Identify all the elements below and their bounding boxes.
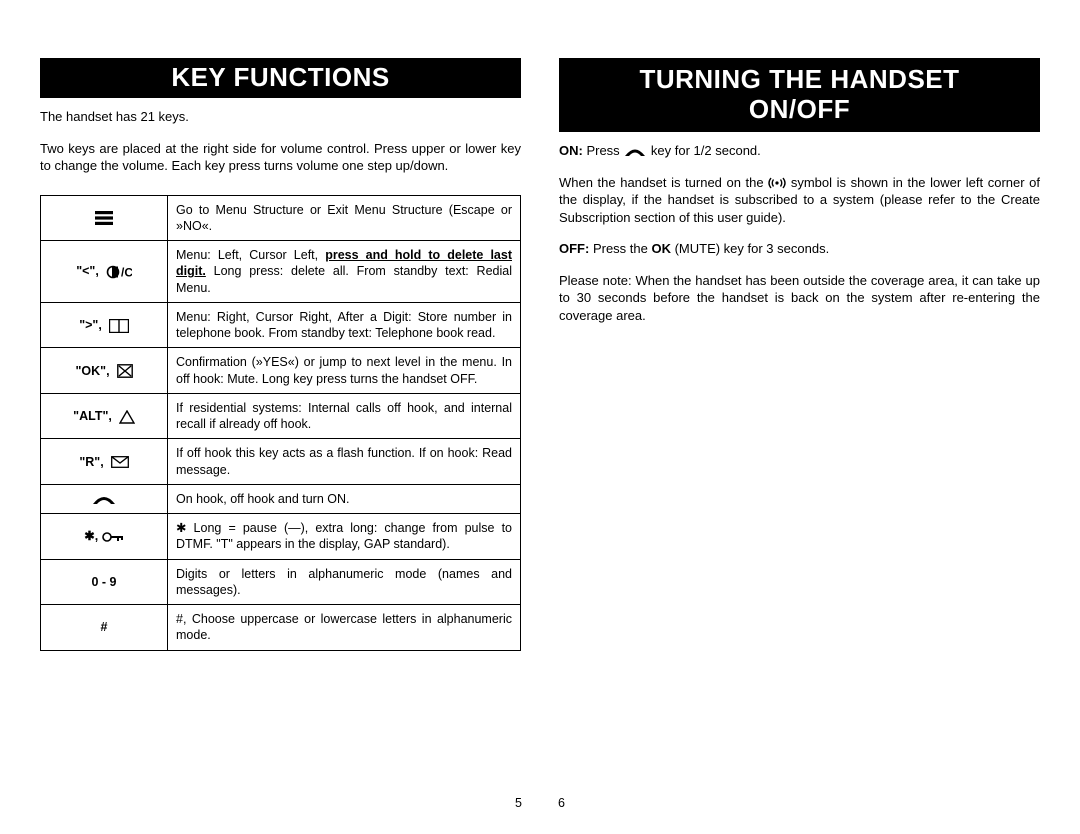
- off-b: (MUTE) key for 3 seconds.: [671, 241, 829, 256]
- table-row: # #, Choose uppercase or lowercase lette…: [41, 605, 521, 651]
- envelope-icon: [111, 456, 129, 468]
- desc-cell: If off hook this key acts as a flash fun…: [168, 439, 521, 485]
- key-label-text: "<",: [76, 264, 99, 278]
- on-b: key for 1/2 second.: [651, 143, 761, 158]
- table-row: "OK", Confirmation (»YES«) or jump to ne…: [41, 348, 521, 394]
- desc-b: Long press: delete all. From standby tex…: [176, 264, 512, 294]
- key-cell-hook: [41, 484, 168, 513]
- desc-cell: Digits or letters in alphanumeric mode (…: [168, 559, 521, 605]
- p2a: When the handset is turned on the: [559, 175, 768, 190]
- key-cell-digits: 0 - 9: [41, 559, 168, 605]
- table-row: On hook, off hook and turn ON.: [41, 484, 521, 513]
- key-label-text: "OK",: [75, 364, 109, 378]
- desc-a: Menu: Left, Cursor Left,: [176, 248, 325, 262]
- key-lock-icon: [102, 531, 124, 543]
- key-label-text: "ALT",: [73, 409, 112, 423]
- page-numbers: 5 6: [515, 795, 565, 812]
- on-a: Press: [586, 143, 623, 158]
- menu-icon: [95, 211, 113, 225]
- desc-cell: Go to Menu Structure or Exit Menu Struct…: [168, 195, 521, 241]
- desc-cell: Confirmation (»YES«) or jump to next lev…: [168, 348, 521, 394]
- heading-line-1: TURNING THE HANDSET: [639, 65, 959, 95]
- desc-cell: #, Choose uppercase or lowercase letters…: [168, 605, 521, 651]
- page: KEY FUNCTIONS The handset has 21 keys. T…: [0, 0, 1080, 834]
- key-cell-ok: "OK",: [41, 348, 168, 394]
- key-label-text: ">",: [79, 318, 102, 332]
- key-cell-r: "R",: [41, 439, 168, 485]
- mute-icon: [117, 364, 133, 378]
- on-paragraph: ON: Press key for 1/2 second.: [559, 142, 1040, 160]
- right-column: TURNING THE HANDSET ON/OFF ON: Press key…: [559, 58, 1040, 804]
- desc-cell: If residential systems: Internal calls o…: [168, 393, 521, 439]
- key-label-text: "R",: [79, 455, 103, 469]
- key-label-text: ✱,: [84, 529, 101, 543]
- heading-line-2: ON/OFF: [749, 95, 850, 125]
- key-cell-hash: #: [41, 605, 168, 651]
- page-number-left: 5: [515, 795, 522, 812]
- phone-hook-icon: [623, 147, 647, 157]
- table-row: 0 - 9 Digits or letters in alphanumeric …: [41, 559, 521, 605]
- triangle-icon: [119, 410, 135, 424]
- left-column: KEY FUNCTIONS The handset has 21 keys. T…: [40, 58, 521, 804]
- off-a: Press the: [589, 241, 651, 256]
- desc-cell: Menu: Right, Cursor Right, After a Digit…: [168, 302, 521, 348]
- key-cell-alt: "ALT",: [41, 393, 168, 439]
- antenna-signal-icon: [768, 176, 786, 190]
- off-paragraph: OFF: Press the OK (MUTE) key for 3 secon…: [559, 240, 1040, 258]
- on-symbol-paragraph: When the handset is turned on the symbol…: [559, 174, 1040, 227]
- table-row: "<", /C Menu: Left, Cursor Left, press a…: [41, 241, 521, 303]
- table-row: Go to Menu Structure or Exit Menu Struct…: [41, 195, 521, 241]
- desc-cell: Menu: Left, Cursor Left, press and hold …: [168, 241, 521, 303]
- phone-hook-icon: [91, 494, 117, 506]
- svg-text:/C: /C: [121, 266, 132, 280]
- key-functions-intro-1: The handset has 21 keys.: [40, 108, 521, 126]
- turning-handset-heading: TURNING THE HANDSET ON/OFF: [559, 58, 1040, 132]
- key-cell-star: ✱,: [41, 514, 168, 560]
- key-functions-intro-2: Two keys are placed at the right side fo…: [40, 140, 521, 175]
- book-icon: [109, 319, 129, 333]
- table-row: "ALT", If residential systems: Internal …: [41, 393, 521, 439]
- cancel-icon: /C: [106, 265, 132, 279]
- key-functions-table: Go to Menu Structure or Exit Menu Struct…: [40, 195, 521, 651]
- page-number-right: 6: [558, 795, 565, 812]
- table-row: "R", If off hook this key acts as a flas…: [41, 439, 521, 485]
- key-cell-right: ">",: [41, 302, 168, 348]
- on-label: ON:: [559, 143, 586, 158]
- desc-cell: On hook, off hook and turn ON.: [168, 484, 521, 513]
- key-cell-menu: [41, 195, 168, 241]
- desc-cell: ✱ Long = pause (—), extra long: change f…: [168, 514, 521, 560]
- off-ok: OK: [651, 241, 671, 256]
- off-label: OFF:: [559, 241, 589, 256]
- key-functions-heading: KEY FUNCTIONS: [40, 58, 521, 98]
- table-row: ✱, ✱ Long = pause (—), extra long: chang…: [41, 514, 521, 560]
- table-row: ">", Menu: Right, Cursor Right, After a …: [41, 302, 521, 348]
- key-cell-left: "<", /C: [41, 241, 168, 303]
- note-paragraph: Please note: When the handset has been o…: [559, 272, 1040, 325]
